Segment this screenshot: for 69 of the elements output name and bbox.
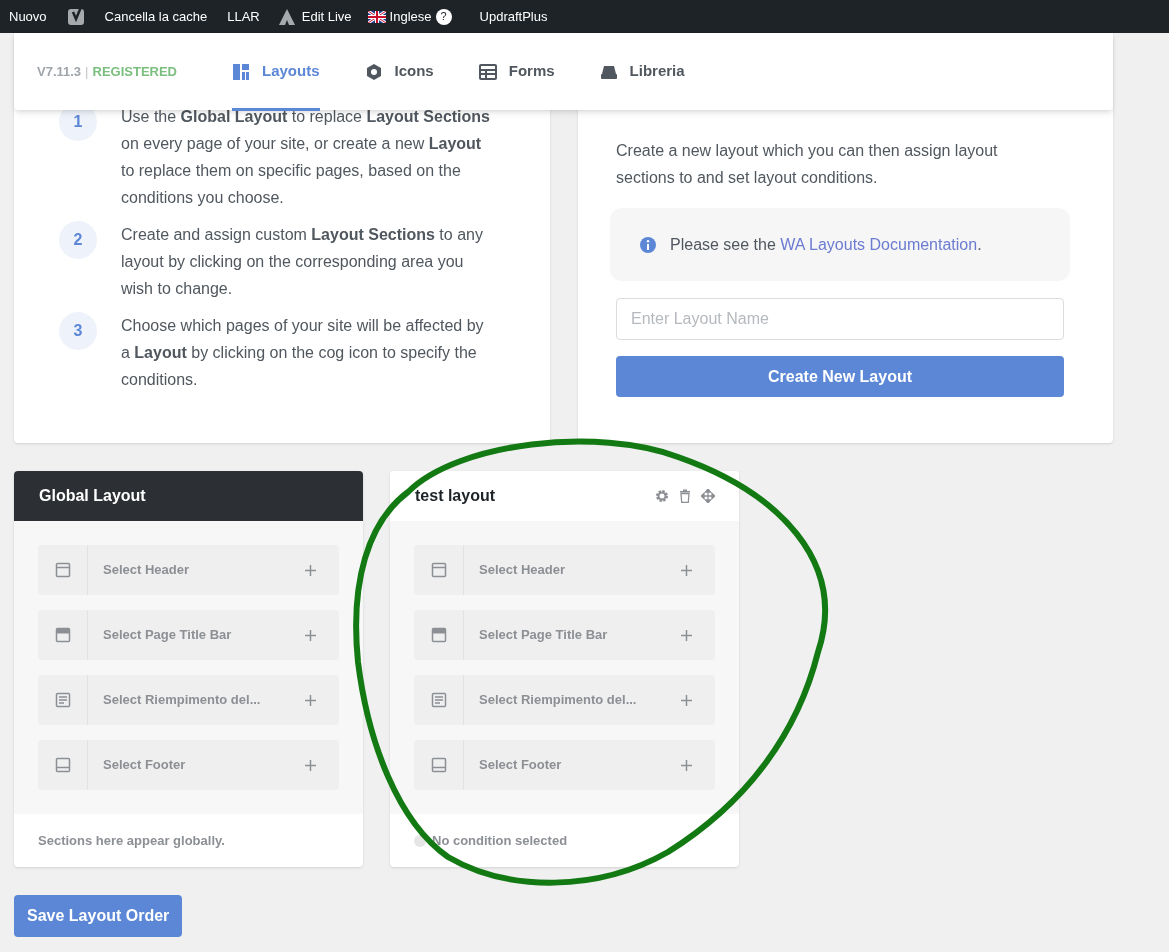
admin-bar-link[interactable]: Nuovo (0, 6, 59, 27)
step-text: Use the Global Layout to replace Layout Sections on every page of your site, or create a new Layout to replace them on specific pages, based on the conditions you choose. (121, 107, 491, 208)
layout-title: Global Layout (39, 486, 146, 506)
table-icon (478, 62, 497, 81)
step-number: 2 (59, 221, 97, 259)
admin-bar-link[interactable]: UpdraftPlus (469, 6, 558, 27)
section-slot[interactable]: Select Riempimento del... (414, 675, 715, 725)
section-label: Select Header (478, 561, 566, 580)
section-label: Select Footer (102, 756, 187, 775)
layout-title: test layout (415, 486, 495, 506)
window-icon (430, 562, 447, 578)
step-text: Choose which pages of your site will be affected by a Layout by clicking on the cog icon to specify the conditions. (121, 316, 485, 390)
language-menu[interactable]: Inglese ? (359, 6, 460, 27)
save-layout-order-button[interactable]: Save Layout Order (14, 895, 183, 937)
settings-icon (655, 489, 669, 503)
builder-description: Create a new layout which you can then assign layout sections to and set layout conditions. (616, 141, 999, 188)
triangle-logo-icon (277, 7, 296, 26)
nav-tab[interactable]: Forms (478, 33, 555, 110)
plus-icon (681, 759, 692, 771)
plus-icon (681, 694, 692, 706)
plus-icon (681, 629, 692, 641)
window-icon (54, 562, 71, 578)
create-layout-button[interactable]: Create New Layout (616, 356, 1064, 397)
registered-status: REGISTERED (92, 62, 177, 81)
grid-layout-icon (232, 62, 250, 81)
footer-panel-icon (430, 757, 447, 773)
edit-live-link[interactable]: Edit Live (269, 6, 360, 27)
section-label: Select Riempimento del... (478, 691, 638, 710)
step-number: 3 (59, 312, 97, 350)
plus-icon (681, 564, 692, 576)
layout-footer-note: Sections here appear globally. (38, 831, 225, 850)
flag-icon (367, 10, 386, 23)
plus-icon (305, 759, 316, 771)
admin-bar-link[interactable]: Cancella la cache (94, 6, 218, 27)
step-text: Create and assign custom Layout Sections to any layout by clicking on the corresponding area you wish to change. (121, 225, 484, 299)
section-label: Select Footer (478, 756, 563, 775)
plus-icon (305, 629, 316, 641)
help-badge: ? (435, 8, 452, 25)
section-label: Select Page Title Bar (102, 626, 233, 645)
section-label: Select Header (102, 561, 190, 580)
title-bar-icon (430, 627, 447, 643)
layout-name-field[interactable]: Enter Layout Name (616, 298, 1064, 340)
document-icon (430, 692, 447, 708)
section-slot[interactable]: Select Riempimento del... (38, 675, 339, 725)
trash-icon (679, 489, 691, 503)
footer-panel-icon (54, 757, 71, 773)
section-slot[interactable]: Select Header (38, 545, 339, 595)
nav-tab[interactable]: Layouts (232, 33, 320, 110)
section-label: Select Page Title Bar (478, 626, 609, 645)
document-icon (54, 692, 71, 708)
plus-icon (305, 564, 316, 576)
nav-tab[interactable]: Icons (364, 33, 434, 110)
hexagon-icon (364, 62, 383, 81)
section-slot[interactable]: Select Footer (38, 740, 339, 790)
admin-bar-link[interactable]: LLAR (217, 6, 270, 27)
info-message: Please see the WA Layouts Documentation. (670, 234, 982, 255)
version-label: V7.11.3 (37, 62, 82, 81)
plus-icon (305, 694, 316, 706)
info-icon (640, 236, 656, 253)
section-label: Select Riempimento del... (102, 691, 262, 710)
title-bar-icon (54, 627, 71, 643)
section-slot[interactable]: Select Page Title Bar (38, 610, 339, 660)
separator: | (85, 62, 89, 81)
nav-tab[interactable]: Libreria (599, 33, 685, 110)
section-slot[interactable]: Select Footer (414, 740, 715, 790)
section-slot[interactable]: Select Header (414, 545, 715, 595)
documentation-link[interactable]: WA Layouts Documentation (780, 235, 978, 253)
section-slot[interactable]: Select Page Title Bar (414, 610, 715, 660)
move-icon (701, 489, 715, 503)
